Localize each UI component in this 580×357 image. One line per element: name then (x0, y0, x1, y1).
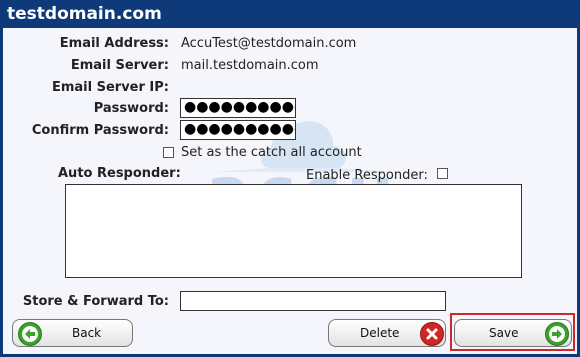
confirm-password-label: Confirm Password: (31, 123, 169, 138)
delete-button[interactable]: Delete (328, 319, 446, 347)
auto-responder-label: Auto Responder: (58, 166, 181, 181)
email-settings-window: testdomain.com accu web hosting Email Ad… (0, 0, 580, 357)
arrow-right-icon (545, 322, 569, 346)
email-server-ip-label: Email Server IP: (51, 80, 169, 95)
email-address-value: AccuTest@testdomain.com (181, 36, 357, 51)
email-server-value: mail.testdomain.com (181, 58, 319, 73)
delete-button-label: Delete (360, 326, 400, 340)
window-title: testdomain.com (3, 0, 580, 28)
confirm-password-field[interactable]: ●●●●●●●●●●● (180, 120, 296, 140)
email-server-label: Email Server: (70, 58, 169, 73)
save-button[interactable]: Save (454, 319, 572, 347)
arrow-left-icon (18, 322, 42, 346)
back-button[interactable]: Back (12, 319, 133, 347)
store-forward-field[interactable] (180, 291, 446, 311)
catch-all-checkbox[interactable] (163, 147, 174, 158)
email-address-label: Email Address: (59, 36, 169, 51)
save-button-label: Save (489, 326, 519, 340)
catch-all-label: Set as the catch all account (181, 145, 362, 160)
password-field[interactable]: ●●●●●●●●●●● (180, 98, 296, 118)
enable-responder-checkbox[interactable] (437, 168, 448, 179)
auto-responder-textarea[interactable] (65, 184, 522, 278)
password-label: Password: (93, 101, 169, 116)
close-icon (420, 322, 444, 346)
enable-responder-label: Enable Responder: (306, 168, 428, 183)
store-forward-label: Store & Forward To: (22, 294, 169, 309)
back-button-label: Back (72, 326, 102, 340)
